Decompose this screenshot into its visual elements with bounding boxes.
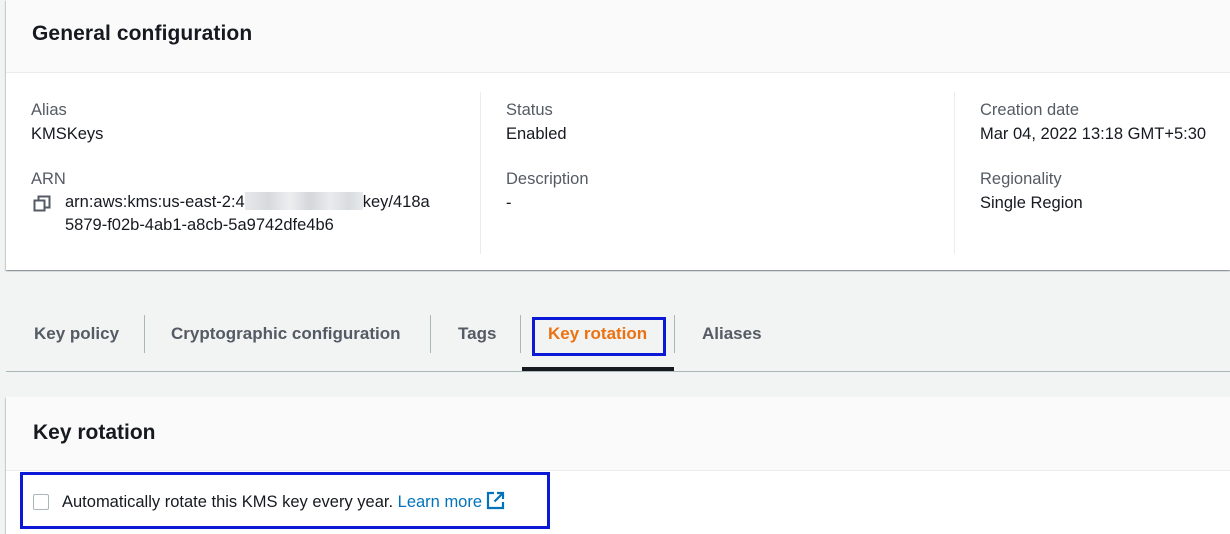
tab-divider: [674, 315, 675, 353]
key-rotation-panel: Key rotation Automatically rotate this K…: [6, 397, 1230, 534]
tab-cryptographic-configuration[interactable]: Cryptographic configuration: [171, 314, 401, 354]
tab-highlight-annotation: [532, 317, 666, 356]
redacted-account-id: [244, 192, 363, 210]
status-value: Enabled: [506, 125, 567, 143]
general-configuration-header: General configuration: [6, 0, 1230, 73]
creation-date-field: Creation date Mar 04, 2022 13:18 GMT+5:3…: [980, 98, 1206, 146]
regionality-label: Regionality: [980, 170, 1062, 188]
general-configuration-title: General configuration: [32, 22, 253, 45]
alias-field: Alias KMSKeys: [31, 98, 103, 146]
active-tab-indicator: [522, 367, 674, 371]
tab-divider: [430, 315, 431, 353]
description-field: Description -: [506, 167, 589, 215]
arn-suffix: key/418a: [362, 193, 430, 211]
tab-key-policy[interactable]: Key policy: [34, 314, 119, 354]
description-value: -: [506, 194, 512, 212]
key-rotation-header: Key rotation: [6, 397, 1230, 471]
tab-tags[interactable]: Tags: [458, 314, 496, 354]
status-label: Status: [506, 101, 553, 119]
details-column-2: Status Enabled Description -: [480, 92, 955, 254]
details-column-3: Creation date Mar 04, 2022 13:18 GMT+5:3…: [954, 92, 1230, 254]
tab-divider: [144, 315, 145, 353]
arn-line-2: 5879-f02b-4ab1-a8cb-5a9742dfe4b6: [65, 216, 334, 234]
key-rotation-title: Key rotation: [33, 421, 156, 444]
details-column-1: Alias KMSKeys ARN arn:aws:kms:us-east-2:…: [31, 92, 479, 254]
alias-label: Alias: [31, 101, 67, 119]
general-configuration-panel: General configuration Alias KMSKeys ARN …: [6, 0, 1230, 270]
arn-label: ARN: [31, 170, 66, 188]
arn-line-1: arn:aws:kms:us-east-2:4 key/418a: [65, 191, 430, 214]
status-field: Status Enabled: [506, 98, 567, 146]
arn-value: arn:aws:kms:us-east-2:4 key/418a 5879-f02…: [31, 191, 430, 237]
regionality-field: Regionality Single Region: [980, 167, 1083, 215]
arn-prefix: arn:aws:kms:us-east-2:4: [65, 193, 245, 211]
key-tabs: Key policy Cryptographic configuration T…: [6, 296, 1230, 372]
alias-value: KMSKeys: [31, 125, 104, 143]
regionality-value: Single Region: [980, 194, 1083, 212]
creation-date-value: Mar 04, 2022 13:18 GMT+5:30: [980, 125, 1207, 143]
arn-field: ARN arn:aws:kms:us-east-2:4 key/418a 5879…: [31, 167, 430, 237]
copy-icon[interactable]: [33, 195, 51, 213]
description-label: Description: [506, 170, 589, 188]
tab-divider: [520, 315, 521, 353]
creation-date-label: Creation date: [980, 101, 1080, 119]
checkbox-highlight-annotation: [20, 472, 550, 529]
tab-aliases[interactable]: Aliases: [702, 314, 762, 354]
